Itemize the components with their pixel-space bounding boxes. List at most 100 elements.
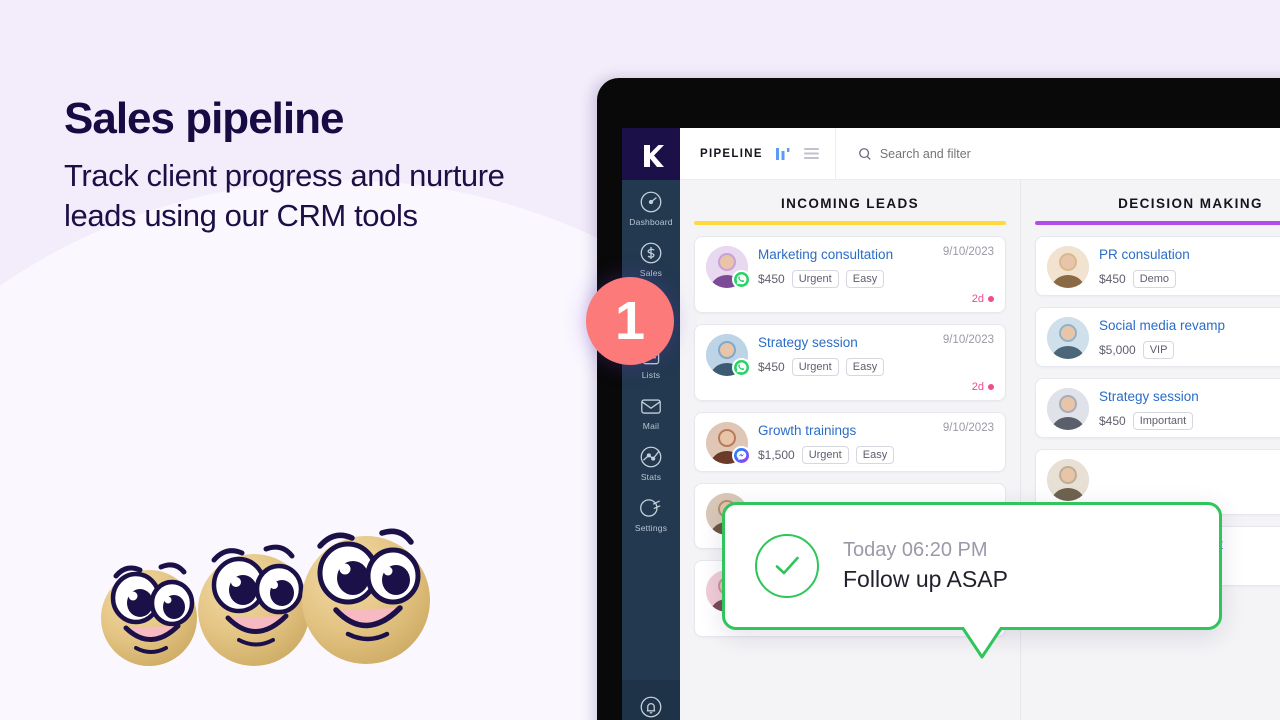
mascot-small bbox=[101, 562, 197, 666]
avatar-image bbox=[1047, 317, 1089, 359]
sidebar-label-dashboard: Dashboard bbox=[629, 217, 673, 227]
list-item[interactable]: Strategy session $450 Important bbox=[1035, 378, 1280, 438]
column-header: DECISION MAKING bbox=[1035, 180, 1280, 225]
page-title: Sales pipeline bbox=[64, 94, 344, 143]
card-date: 9/10/2023 bbox=[942, 422, 994, 434]
column-rule bbox=[1035, 221, 1280, 225]
chart-line-icon bbox=[640, 446, 662, 468]
app-screen: Dashboard Sales Calendar Lists bbox=[622, 128, 1280, 720]
mascot-large bbox=[302, 528, 430, 664]
avatar bbox=[1047, 246, 1089, 288]
search-bar[interactable] bbox=[836, 146, 1180, 161]
sidebar-item-settings[interactable]: Settings bbox=[622, 486, 680, 537]
card-meta-row: $450 Urgent Easy bbox=[758, 358, 994, 376]
avatar bbox=[706, 422, 751, 465]
card-date: 9/10/2023 bbox=[942, 334, 994, 346]
step-number-badge: 1 bbox=[586, 277, 674, 365]
card-top-row: PR consulation $450 Demo bbox=[1047, 246, 1280, 288]
messenger-icon bbox=[732, 446, 751, 465]
mascot-characters bbox=[101, 528, 430, 666]
topbar-title: PIPELINE bbox=[700, 147, 763, 160]
status-label: 2d bbox=[971, 381, 984, 393]
card-amount: $5,000 bbox=[1099, 342, 1136, 357]
list-view-icon[interactable] bbox=[803, 147, 819, 160]
card-amount: $1,500 bbox=[758, 447, 795, 462]
app-sidebar: Dashboard Sales Calendar Lists bbox=[622, 128, 680, 720]
column-header: INCOMING LEADS bbox=[694, 180, 1006, 225]
list-item[interactable]: 9/10/2023 Strategy session $450 Urgent Ea… bbox=[694, 324, 1006, 401]
sidebar-item-stats[interactable]: Stats bbox=[622, 435, 680, 486]
sidebar-item-notifications[interactable] bbox=[622, 680, 680, 720]
search-input[interactable] bbox=[879, 146, 1180, 161]
search-icon bbox=[858, 147, 871, 160]
card-top-row bbox=[1047, 459, 1280, 501]
card-body: Strategy session $450 Important bbox=[1099, 388, 1280, 430]
tooltip-time: Today 06:20 PM bbox=[843, 539, 988, 561]
marketing-copy: Sales pipeline Track client progress and… bbox=[64, 94, 534, 236]
check-circle-icon bbox=[755, 534, 819, 598]
whatsapp-icon bbox=[732, 270, 751, 289]
check-mark-icon bbox=[775, 556, 799, 575]
list-item[interactable]: 9/10/2023 Marketing consultation $450 Ur… bbox=[694, 236, 1006, 313]
card-tag[interactable]: Urgent bbox=[791, 270, 839, 288]
bell-icon bbox=[640, 696, 662, 718]
card-amount: $450 bbox=[758, 359, 785, 374]
bar-view-icon[interactable] bbox=[775, 147, 791, 161]
card-body: PR consulation $450 Demo bbox=[1099, 246, 1280, 288]
card-meta-row: $5,000 VIP bbox=[1099, 341, 1280, 359]
sidebar-label-settings: Settings bbox=[634, 523, 668, 533]
sidebar-label-sales: Sales bbox=[639, 268, 663, 278]
avatar bbox=[706, 334, 751, 377]
card-tag[interactable]: Easy bbox=[855, 446, 895, 464]
tooltip-message: Follow up ASAP bbox=[843, 566, 1008, 592]
app-topbar: PIPELINE bbox=[680, 128, 1280, 180]
sidebar-label-lists: Lists bbox=[641, 370, 661, 380]
avatar-image bbox=[1047, 388, 1089, 430]
followup-tooltip: Today 06:20 PM Follow up ASAP bbox=[722, 502, 1222, 630]
card-amount: $450 bbox=[1099, 413, 1126, 428]
card-meta-row: $1,500 Urgent Easy bbox=[758, 446, 994, 464]
list-item[interactable]: PR consulation $450 Demo bbox=[1035, 236, 1280, 296]
sidebar-item-mail[interactable]: Mail bbox=[622, 384, 680, 435]
sidebar-label-mail: Mail bbox=[642, 421, 660, 431]
card-body: Social media revamp $5,000 VIP bbox=[1099, 317, 1280, 359]
card-title[interactable]: PR consulation bbox=[1099, 247, 1280, 263]
card-tag[interactable]: Easy bbox=[845, 270, 885, 288]
whatsapp-icon bbox=[732, 358, 751, 377]
tooltip-text-group: Today 06:20 PM Follow up ASAP bbox=[843, 539, 1008, 593]
card-date: 9/10/2023 bbox=[942, 246, 994, 258]
card-tag[interactable]: Urgent bbox=[791, 358, 839, 376]
avatar bbox=[1047, 317, 1089, 359]
card-tag[interactable]: Demo bbox=[1132, 270, 1177, 288]
dollar-icon bbox=[640, 242, 662, 264]
status-dot-icon bbox=[988, 296, 994, 302]
column-title: INCOMING LEADS bbox=[780, 196, 920, 211]
sidebar-item-sales[interactable]: Sales bbox=[622, 231, 680, 282]
mascot-medium bbox=[198, 544, 310, 666]
card-title[interactable]: Strategy session bbox=[1099, 389, 1280, 405]
avatar-image bbox=[1047, 459, 1089, 501]
card-title[interactable]: Social media revamp bbox=[1099, 318, 1280, 334]
card-tag[interactable]: VIP bbox=[1142, 341, 1175, 359]
avatar bbox=[1047, 459, 1089, 501]
card-meta-row: $450 Urgent Easy bbox=[758, 270, 994, 288]
card-tag[interactable]: Urgent bbox=[801, 446, 849, 464]
topbar-left-group: PIPELINE bbox=[680, 128, 836, 180]
app-logo[interactable] bbox=[622, 128, 680, 180]
k-logo-icon bbox=[644, 145, 664, 167]
card-amount: $450 bbox=[1099, 271, 1126, 286]
sidebar-item-dashboard[interactable]: Dashboard bbox=[622, 180, 680, 231]
card-tag[interactable]: Important bbox=[1132, 412, 1194, 430]
card-meta-row: $450 Demo bbox=[1099, 270, 1280, 288]
list-item[interactable]: Social media revamp $5,000 VIP bbox=[1035, 307, 1280, 367]
card-top-row: Social media revamp $5,000 VIP bbox=[1047, 317, 1280, 359]
wrench-icon bbox=[640, 499, 661, 517]
card-meta-row: $450 Important bbox=[1099, 412, 1280, 430]
tooltip-tail bbox=[962, 627, 1002, 659]
avatar bbox=[706, 246, 751, 289]
avatar-image bbox=[1047, 246, 1089, 288]
status-dot-icon bbox=[988, 384, 994, 390]
card-tag[interactable]: Easy bbox=[845, 358, 885, 376]
list-item[interactable]: 9/10/2023 Growth trainings $1,500 Urgent… bbox=[694, 412, 1006, 472]
column-title: DECISION MAKING bbox=[1118, 196, 1263, 211]
